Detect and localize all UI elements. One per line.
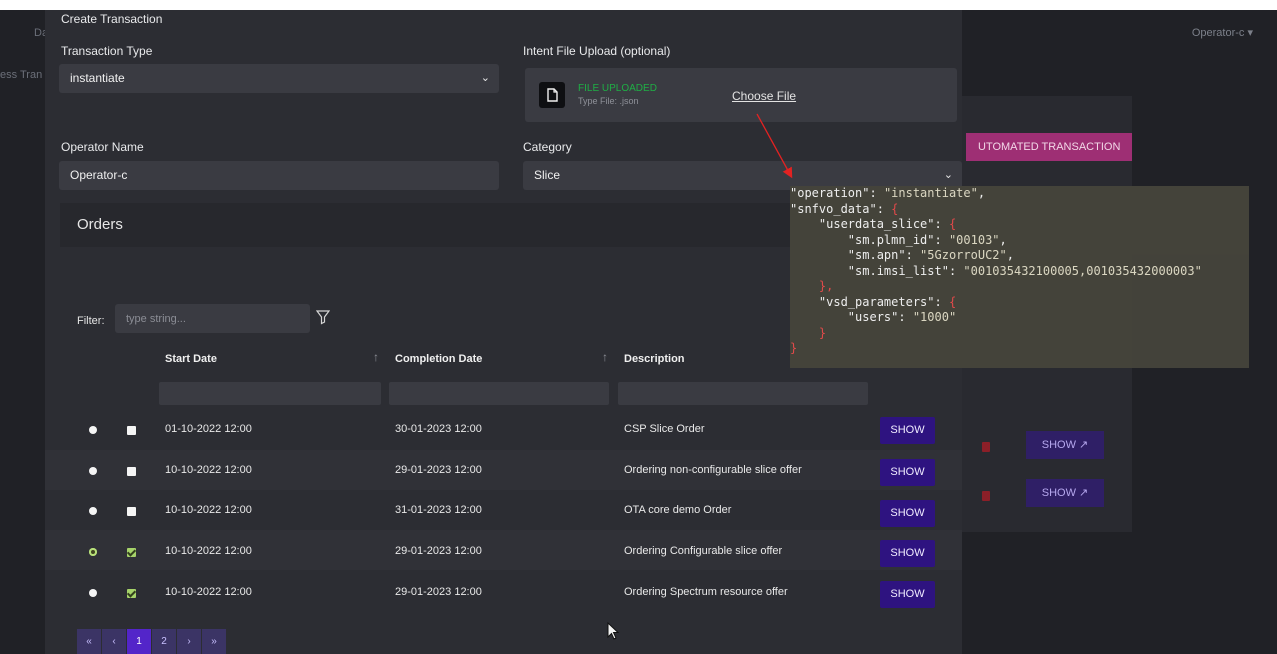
- json-line: },: [818, 279, 834, 293]
- json-line: }: [818, 325, 827, 340]
- json-value: "5GzorroUC2": [920, 248, 1007, 262]
- json-line: }: [790, 341, 798, 355]
- json-line: "sm.imsi_list": "001035432100005,0010354…: [847, 263, 1202, 278]
- json-key: "userdata_slice": [818, 217, 935, 231]
- json-line: "sm.plmn_id": "00103",: [847, 232, 1007, 247]
- json-value: "1000": [912, 310, 957, 324]
- json-key: "users": [847, 310, 899, 324]
- json-key: "sm.plmn_id": [847, 232, 935, 247]
- json-line: "userdata_slice": {: [818, 217, 957, 231]
- json-value: "001035432100005,001035432000003": [963, 263, 1202, 278]
- json-line: "users": "1000": [847, 310, 957, 324]
- mouse-cursor-icon: [607, 622, 620, 640]
- json-line: "operation": "instantiate",: [790, 186, 986, 200]
- json-key: "snfvo_data": [790, 201, 877, 216]
- json-preview-overlay: "operation": "instantiate", "snfvo_data":…: [790, 186, 1249, 368]
- json-key: "sm.imsi_list": [847, 263, 949, 278]
- json-key: "vsd_parameters": [818, 294, 935, 309]
- json-value: "00103": [948, 232, 1000, 247]
- json-key: "operation": [790, 186, 870, 200]
- json-line: "vsd_parameters": {: [818, 294, 957, 309]
- json-line: "snfvo_data": {: [790, 201, 899, 216]
- json-value: "instantiate": [883, 186, 978, 200]
- app-screen: Das ess Tran Operator-c ▾ UTOMATED TRANS…: [0, 10, 1277, 654]
- json-key: "sm.apn": [847, 248, 906, 262]
- json-line: "sm.apn": "5GzorroUC2",: [847, 248, 1014, 262]
